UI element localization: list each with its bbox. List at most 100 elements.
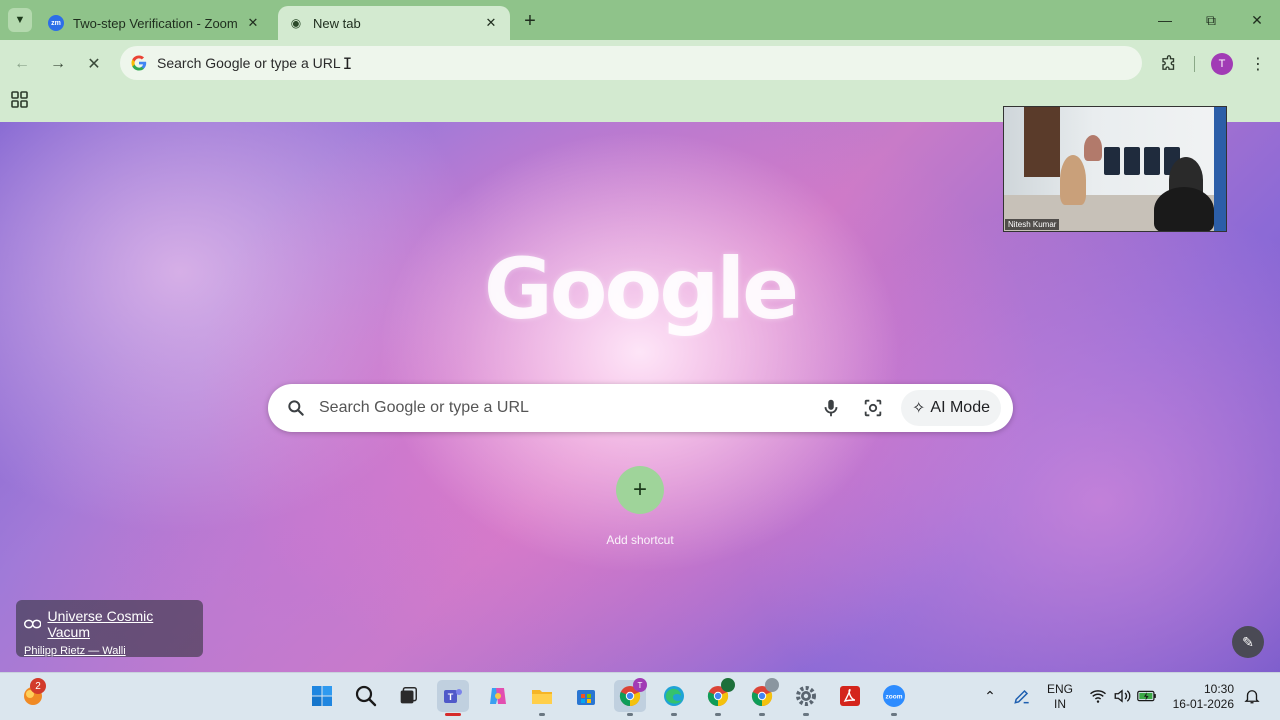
running-indicator (759, 713, 765, 716)
windows-logo-icon (312, 686, 332, 706)
profile-avatar[interactable]: T (1211, 53, 1233, 75)
address-bar-placeholder: Search Google or type a URL (157, 55, 341, 71)
running-indicator (891, 713, 897, 716)
task-view-button[interactable] (392, 680, 424, 712)
text-cursor-icon: I (342, 53, 353, 73)
zoom-icon: zoom (883, 685, 905, 707)
ai-mode-label: AI Mode (930, 399, 990, 416)
clock[interactable]: 10:30 16-01-2026 (1168, 682, 1234, 712)
google-logo: Google (483, 240, 799, 338)
search-placeholder: Search Google or type a URL (319, 399, 529, 416)
taskbar-store[interactable] (570, 680, 602, 712)
microphone-icon[interactable] (820, 397, 842, 419)
tab-zoom[interactable]: zm Two-step Verification - Zoom ✕ (38, 6, 272, 40)
chrome-newtab-icon: ◉ (290, 16, 302, 30)
profile-badge: T (633, 678, 647, 692)
attribution-credit-link[interactable]: Philipp Rietz — Walli (24, 645, 195, 657)
clock-date: 16-01-2026 (1172, 697, 1234, 711)
taskbar-search-button[interactable] (350, 680, 382, 712)
speaker-icon (1114, 689, 1131, 703)
plus-icon: + (524, 9, 536, 32)
taskbar-acrobat[interactable] (834, 680, 866, 712)
running-indicator (803, 713, 809, 716)
profile-badge (765, 678, 779, 692)
language-code: ENG (1046, 682, 1073, 696)
google-g-icon (131, 55, 147, 71)
more-vertical-icon: ⋮ (1250, 56, 1266, 73)
search-icon (288, 400, 304, 416)
battery-charging-icon (1137, 690, 1156, 702)
video-banner (1214, 107, 1226, 231)
add-shortcut[interactable]: + Add shortcut (590, 466, 690, 547)
forward-button[interactable]: → (44, 50, 72, 78)
widget-badge: 2 (30, 678, 46, 694)
apps-grid-icon[interactable] (10, 90, 30, 110)
wifi-icon (1090, 690, 1106, 703)
folder-icon (532, 690, 552, 704)
close-window-button[interactable]: ✕ (1244, 8, 1270, 32)
tab-search-button[interactable]: ▼ (8, 8, 32, 32)
svg-text:zoom: zoom (886, 694, 903, 701)
search-icon (355, 685, 377, 707)
svg-text:T: T (448, 692, 454, 702)
language-region: IN (1054, 697, 1066, 711)
taskbar-edge[interactable] (658, 680, 690, 716)
extensions-button[interactable] (1155, 50, 1183, 78)
customize-button[interactable]: ✎ (1232, 626, 1264, 658)
language-indicator[interactable]: ENG IN (1042, 682, 1078, 712)
address-bar[interactable]: Search Google or type a URL I (120, 46, 1142, 80)
close-icon: ✕ (1251, 11, 1263, 28)
task-view-icon (400, 687, 417, 704)
taskbar-chrome-guest[interactable] (746, 678, 779, 716)
pencil-icon: ✎ (1242, 633, 1254, 650)
search-box[interactable]: Search Google or type a URL ✧ AI Mode (268, 384, 1013, 432)
video-chair (1144, 147, 1160, 175)
plus-icon: + (616, 466, 664, 514)
participant-name: Nitesh Kumar (1005, 219, 1060, 230)
ai-mode-button[interactable]: ✧ AI Mode (901, 390, 1001, 426)
sparkle-search-icon: ✧ (912, 400, 926, 417)
minimize-button[interactable]: — (1152, 8, 1178, 32)
close-icon[interactable]: ✕ (244, 14, 262, 32)
close-icon: ✕ (87, 56, 101, 73)
taskbar-chrome-profile[interactable]: T (614, 678, 647, 716)
tab-new-tab[interactable]: ◉ New tab ✕ (278, 6, 510, 40)
battery-button[interactable] (1137, 686, 1157, 706)
taskbar-chrome-c[interactable] (702, 678, 735, 716)
tab-title: New tab (313, 15, 361, 31)
store-icon (577, 690, 595, 705)
camera-lens-icon[interactable] (862, 397, 884, 419)
video-person (1060, 155, 1086, 205)
start-button[interactable] (306, 680, 338, 712)
pen-input-button[interactable] (1012, 686, 1032, 706)
back-button[interactable]: ← (8, 50, 36, 78)
wifi-button[interactable] (1088, 686, 1108, 706)
edge-icon (664, 686, 684, 706)
gear-icon (796, 686, 816, 706)
pen-menu-icon (1014, 689, 1029, 704)
menu-button[interactable]: ⋮ (1244, 50, 1272, 78)
restore-button[interactable]: ⧉ (1198, 8, 1224, 32)
close-icon[interactable]: ✕ (482, 14, 500, 32)
video-person (1154, 187, 1214, 231)
new-tab-button[interactable]: + (518, 9, 542, 33)
minimize-icon: — (1158, 12, 1172, 28)
taskbar-settings[interactable] (790, 680, 822, 716)
stop-loading-button[interactable]: ✕ (80, 50, 108, 78)
attribution-title-link[interactable]: Universe Cosmic Vacum (47, 608, 195, 640)
video-call-thumbnail[interactable]: Nitesh Kumar (1003, 106, 1227, 232)
show-hidden-icons-button[interactable]: ⌃ (980, 686, 1000, 706)
running-indicator (627, 713, 633, 716)
teams-icon: T (444, 689, 462, 703)
notification-bell-icon (1244, 690, 1260, 704)
video-door (1024, 107, 1060, 177)
taskbar-teams[interactable]: T (437, 680, 469, 716)
taskbar-zoom[interactable]: zoom (878, 680, 910, 716)
tab-title: Two-step Verification - Zoom (73, 15, 238, 31)
volume-button[interactable] (1112, 686, 1132, 706)
chevron-down-icon: ▼ (14, 14, 26, 26)
restore-icon: ⧉ (1206, 11, 1216, 28)
notifications-button[interactable] (1242, 686, 1262, 706)
taskbar-file-explorer[interactable] (526, 680, 558, 716)
taskbar-copilot[interactable] (482, 680, 514, 712)
